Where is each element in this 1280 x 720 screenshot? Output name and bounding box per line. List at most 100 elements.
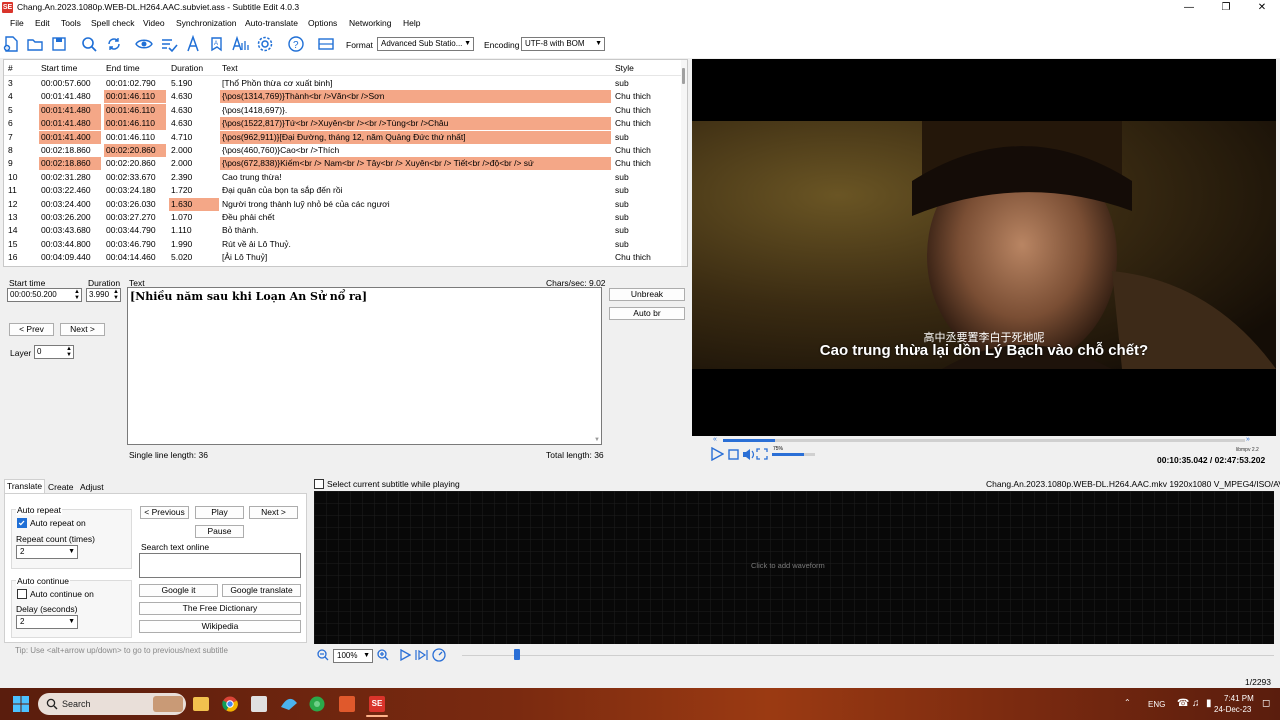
zoom-combo[interactable]: 100% ▼: [333, 649, 373, 663]
clock-date[interactable]: 24-Dec-23: [1214, 705, 1251, 714]
save-icon[interactable]: [50, 35, 68, 53]
table-row[interactable]: 6 00:01:41.480 00:01:46.110 4.630 {\pos(1522…: [4, 117, 680, 131]
play-selection-icon[interactable]: [415, 649, 428, 661]
col-end-time[interactable]: End time: [106, 63, 140, 73]
table-row[interactable]: 7 00:01:41.400 00:01:46.110 4.710 {\pos(962,…: [4, 130, 680, 144]
maximize-icon[interactable]: ❐: [1208, 0, 1244, 15]
find-icon[interactable]: [80, 35, 98, 53]
menu-spell-check[interactable]: Spell check: [91, 18, 134, 28]
clock-time[interactable]: 7:41 PM: [1224, 694, 1254, 703]
menu-synchronization[interactable]: Synchronization: [176, 18, 236, 28]
next-subtitle-button[interactable]: Next >: [249, 506, 298, 519]
menu-help[interactable]: Help: [403, 18, 420, 28]
spinner-arrows-icon[interactable]: ▲ ▼: [113, 289, 119, 301]
menu-video[interactable]: Video: [143, 18, 165, 28]
tab-translate[interactable]: Translate: [4, 479, 45, 493]
menu-edit[interactable]: Edit: [35, 18, 50, 28]
search-online-input[interactable]: [139, 553, 301, 578]
delay-combo[interactable]: 2 ▼: [16, 615, 78, 629]
table-row[interactable]: 3 00:00:57.600 00:01:02.790 5.190 [Thổ Phồn …: [4, 77, 680, 90]
table-row[interactable]: 15 00:03:44.800 00:03:46.790 1.990 Rút về ải…: [4, 238, 680, 251]
close-icon[interactable]: ✕: [1244, 0, 1280, 15]
visual-sync-icon[interactable]: [135, 35, 153, 53]
tray-chevron-icon[interactable]: ⌃: [1124, 698, 1131, 707]
waveform-panel[interactable]: Click to add waveform: [314, 491, 1274, 644]
format-combo[interactable]: Advanced Sub Statio... ▼: [377, 37, 474, 51]
replace-icon[interactable]: [105, 35, 123, 53]
table-row[interactable]: 16 00:04:09.440 00:04:14.460 5.020 [Ải Lô Th…: [4, 251, 680, 264]
notification-bell-icon[interactable]: ◻: [1262, 698, 1270, 709]
translate-icon[interactable]: A: [208, 35, 226, 53]
col-text[interactable]: Text: [222, 63, 238, 73]
waveform-position-thumb[interactable]: [514, 649, 520, 660]
layout-icon[interactable]: [317, 35, 335, 53]
edge-icon[interactable]: [309, 696, 325, 712]
spinner-arrows-icon[interactable]: ▲ ▼: [74, 289, 80, 301]
table-row[interactable]: 4 00:01:41.480 00:01:46.110 4.630 {\pos(1314…: [4, 90, 680, 104]
chrome-icon[interactable]: [222, 696, 238, 712]
waveform-play-icon[interactable]: [399, 649, 411, 661]
encoding-combo[interactable]: UTF-8 with BOM ▼: [521, 37, 605, 51]
speed-gauge-icon[interactable]: [432, 648, 446, 662]
menu-networking[interactable]: Networking: [349, 18, 392, 28]
tab-adjust[interactable]: Adjust: [80, 482, 104, 492]
start-time-input[interactable]: 00:00:50.200 ▲ ▼: [7, 288, 82, 302]
menu-auto-translate[interactable]: Auto-translate: [245, 18, 298, 28]
wifi-icon[interactable]: ☎: [1177, 698, 1189, 709]
battery-icon[interactable]: ▮: [1206, 698, 1212, 709]
col-duration[interactable]: Duration: [171, 63, 203, 73]
unbreak-button[interactable]: Unbreak: [609, 288, 685, 301]
file-explorer-icon[interactable]: [193, 697, 209, 711]
table-row[interactable]: 14 00:03:43.680 00:03:44.790 1.110 Bỏ thành.…: [4, 224, 680, 237]
rewind-icon[interactable]: «: [713, 436, 717, 443]
menu-options[interactable]: Options: [308, 18, 337, 28]
table-row[interactable]: 8 00:02:18.860 00:02:20.860 2.000 {\pos(460,…: [4, 144, 680, 157]
fullscreen-icon[interactable]: [756, 448, 768, 460]
play-icon[interactable]: [710, 447, 724, 461]
duration-input[interactable]: 3.990 ▲ ▼: [86, 288, 121, 302]
pause-button[interactable]: Pause: [195, 525, 244, 538]
tab-create[interactable]: Create: [48, 482, 74, 492]
language-indicator[interactable]: ENG: [1148, 700, 1165, 709]
prev-button[interactable]: < Prev: [9, 323, 54, 336]
table-row[interactable]: 5 00:01:41.480 00:01:46.110 4.630 {\pos(1418…: [4, 103, 680, 117]
select-while-playing-checkbox[interactable]: [314, 479, 324, 489]
play-button[interactable]: Play: [195, 506, 244, 519]
speaker-icon[interactable]: ♫: [1192, 698, 1200, 709]
windows-start-icon[interactable]: [12, 695, 30, 713]
spell-check-icon[interactable]: [160, 35, 178, 53]
scroll-down-icon[interactable]: ▼: [594, 437, 600, 443]
col-start-time[interactable]: Start time: [41, 63, 77, 73]
col-style[interactable]: Style: [615, 63, 634, 73]
mail-app-icon[interactable]: [280, 697, 298, 711]
free-dictionary-button[interactable]: The Free Dictionary: [139, 602, 301, 615]
subtitle-edit-taskbar-icon[interactable]: SE: [369, 696, 385, 712]
video-seek-bar[interactable]: [723, 439, 1245, 442]
spinner-arrows-icon[interactable]: ▲ ▼: [66, 346, 72, 358]
minimize-icon[interactable]: —: [1171, 0, 1207, 15]
volume-icon[interactable]: [742, 448, 756, 461]
grid-scrollbar[interactable]: [681, 60, 687, 266]
scrollbar-thumb[interactable]: [682, 68, 685, 84]
google-translate-button[interactable]: Google translate: [222, 584, 301, 597]
menu-file[interactable]: File: [10, 18, 24, 28]
waveform-position-track[interactable]: [462, 655, 1274, 656]
table-row[interactable]: 11 00:03:22.460 00:03:24.180 1.720 Đại quân …: [4, 184, 680, 197]
table-row[interactable]: 10 00:02:31.280 00:02:33.670 2.390 Cao trung…: [4, 171, 680, 184]
help-icon[interactable]: ?: [287, 35, 305, 53]
auto-continue-checkbox[interactable]: [17, 589, 27, 599]
table-row[interactable]: 13 00:03:26.200 00:03:27.270 1.070 Đều phải …: [4, 211, 680, 224]
repeat-count-combo[interactable]: 2 ▼: [16, 545, 78, 559]
new-file-icon[interactable]: [2, 35, 20, 53]
subtitle-text-editor[interactable]: [Nhiều năm sau khi Loạn An Sử nổ ra] ▼: [127, 287, 602, 445]
auto-br-button[interactable]: Auto br: [609, 307, 685, 320]
table-row[interactable]: 12 00:03:24.400 00:03:26.030 1.630 Người tro…: [4, 197, 680, 211]
menu-tools[interactable]: Tools: [61, 18, 81, 28]
subtitle-grid[interactable]: # Start time End time Duration Text Styl…: [3, 59, 688, 267]
auto-repeat-checkbox[interactable]: [17, 518, 27, 528]
ocr-icon[interactable]: [231, 35, 249, 53]
volume-slider[interactable]: [772, 453, 815, 456]
layer-input[interactable]: 0 ▲ ▼: [34, 345, 74, 359]
wikipedia-button[interactable]: Wikipedia: [139, 620, 301, 633]
font-icon[interactable]: [184, 35, 202, 53]
